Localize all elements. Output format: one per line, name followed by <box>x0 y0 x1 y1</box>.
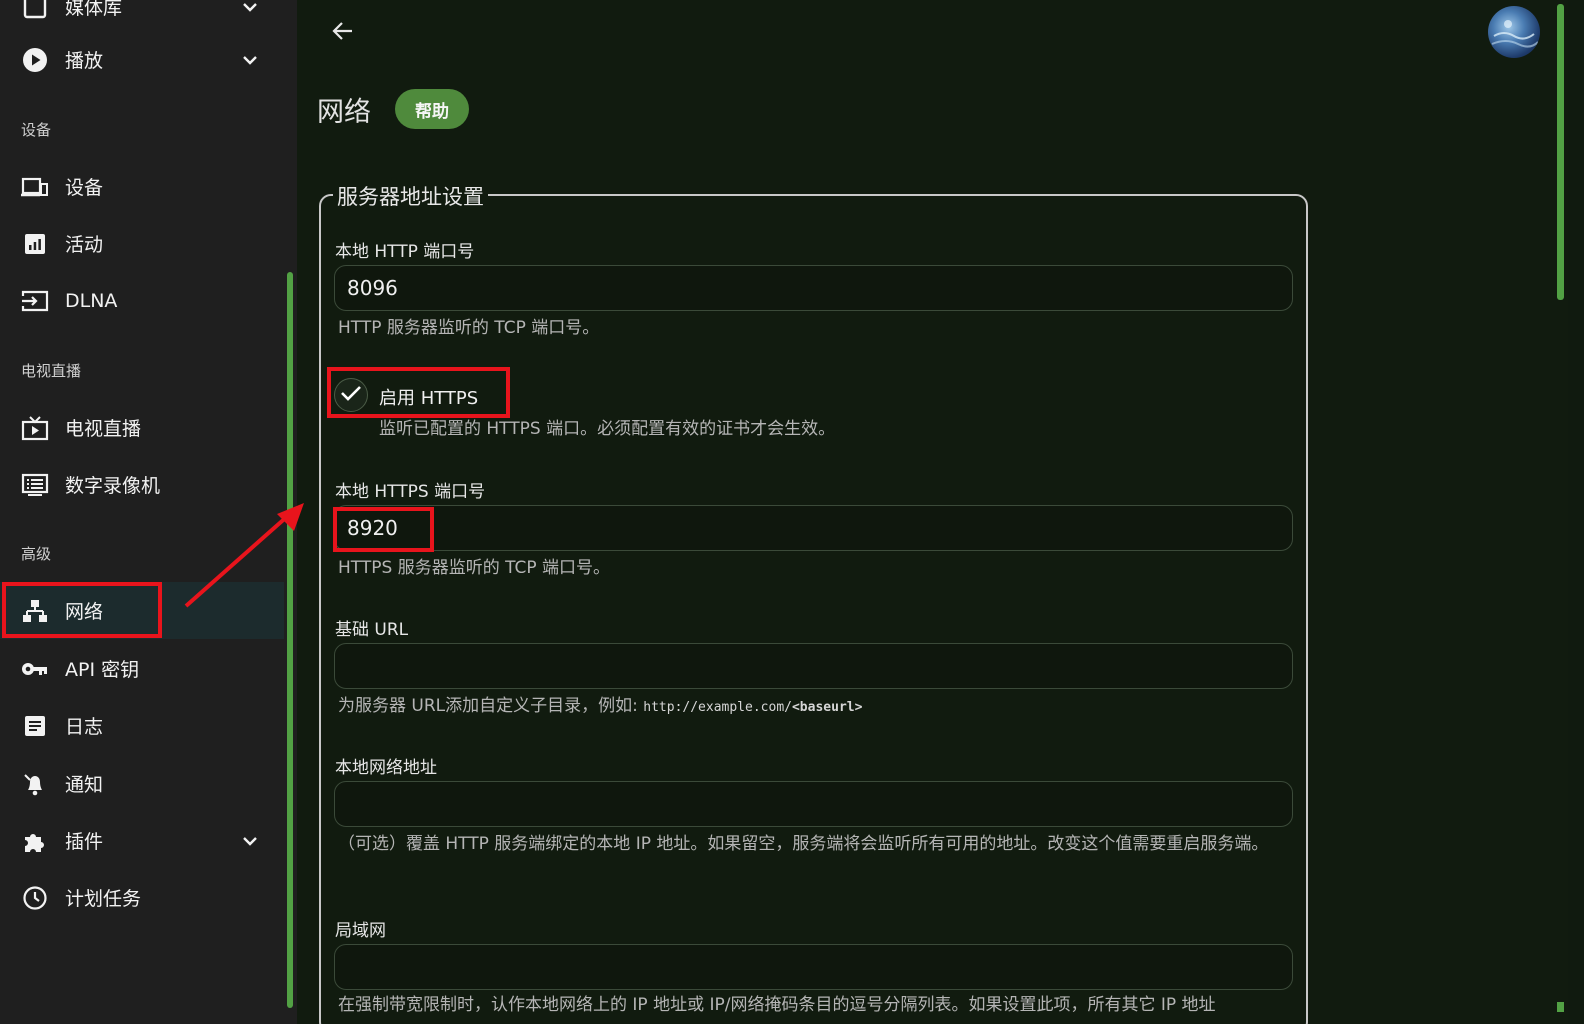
section-advanced: 高级 <box>21 545 52 563</box>
section-livetv: 电视直播 <box>21 362 82 380</box>
sidebar-item-logs[interactable]: 日志 <box>0 697 284 754</box>
base-url-label: 基础 URL <box>335 620 409 640</box>
sidebar-item-notifications[interactable]: 通知 <box>0 755 284 812</box>
sidebar-item-label: 设备 <box>65 177 104 199</box>
sidebar-item-label: 活动 <box>65 234 104 256</box>
sidebar-item-label: API 密钥 <box>65 659 140 681</box>
http-port-input[interactable]: 8096 <box>334 265 1293 311</box>
sidebar-item-label: 媒体库 <box>65 0 123 19</box>
sidebar-item-dlna[interactable]: DLNA <box>0 272 284 329</box>
sidebar-item-scheduled-tasks[interactable]: 计划任务 <box>0 869 284 926</box>
page-title: 网络 <box>317 97 371 128</box>
highlight-https-checkbox-box <box>327 367 510 418</box>
section-devices: 设备 <box>21 121 52 139</box>
highlight-https-port-box <box>333 507 434 552</box>
sidebar-item-devices[interactable]: 设备 <box>0 158 284 215</box>
sidebar-item-plugins[interactable]: 插件 <box>0 812 284 869</box>
chevron-down-icon[interactable] <box>240 0 260 17</box>
http-port-hint: HTTP 服务器监听的 TCP 端口号。 <box>338 318 600 338</box>
local-address-hint: （可选）覆盖 HTTP 服务端绑定的本地 IP 地址。如果留空，服务端将会监听所… <box>338 834 1269 854</box>
sidebar-item-label: 电视直播 <box>65 418 142 440</box>
clock-icon <box>20 883 50 913</box>
lan-input[interactable] <box>334 944 1293 990</box>
sidebar-scrollbar[interactable] <box>287 272 293 1008</box>
sidebar-item-livetv[interactable]: 电视直播 <box>0 399 284 456</box>
plugin-icon <box>20 826 50 856</box>
chevron-down-icon[interactable] <box>240 50 260 70</box>
https-port-input[interactable]: 8920 <box>334 505 1293 551</box>
sidebar-item-label: 计划任务 <box>65 888 142 910</box>
base-url-input[interactable] <box>334 643 1293 689</box>
sidebar-item-media-library[interactable]: 媒体库 <box>0 0 284 35</box>
library-icon <box>20 0 50 22</box>
base-url-hint-example: http://example.com/<baseurl> <box>643 700 863 715</box>
devices-icon <box>20 172 50 202</box>
scrollbar-thumb[interactable] <box>1557 4 1564 300</box>
dvr-icon <box>20 470 50 500</box>
sidebar-item-label: 通知 <box>65 774 104 796</box>
sidebar-item-api-keys[interactable]: API 密钥 <box>0 640 284 697</box>
help-button[interactable]: 帮助 <box>395 89 469 129</box>
base-url-hint: 为服务器 URL添加自定义子目录，例如: http://example.com/… <box>338 694 862 720</box>
https-port-label: 本地 HTTPS 端口号 <box>335 482 486 502</box>
page-scrollbar[interactable] <box>1553 0 1568 1024</box>
sidebar-item-label: DLNA <box>65 289 118 312</box>
enable-https-hint: 监听已配置的 HTTPS 端口。必须配置有效的证书才会生效。 <box>379 419 836 439</box>
http-port-label: 本地 HTTP 端口号 <box>335 242 475 262</box>
sidebar-item-label: 数字录像机 <box>65 475 161 497</box>
notification-icon <box>20 769 50 799</box>
back-arrow-icon[interactable] <box>330 18 356 44</box>
local-address-input[interactable] <box>334 781 1293 827</box>
chevron-down-icon[interactable] <box>240 831 260 851</box>
scrollbar-thumb-end <box>1557 1002 1564 1012</box>
play-circle-icon <box>20 45 50 75</box>
sidebar-item-activity[interactable]: 活动 <box>0 215 284 272</box>
activity-chart-icon <box>20 229 50 259</box>
sidebar-item-playback[interactable]: 播放 <box>0 31 284 88</box>
log-icon <box>20 711 50 741</box>
live-tv-icon <box>20 413 50 443</box>
highlight-network-box <box>2 582 162 638</box>
lan-hint: 在强制带宽限制时，认作本地网络上的 IP 地址或 IP/网络掩码条目的逗号分隔列… <box>338 995 1216 1015</box>
fieldset-legend: 服务器地址设置 <box>333 181 488 211</box>
user-avatar[interactable] <box>1488 6 1540 58</box>
key-icon <box>20 654 50 684</box>
lan-label: 局域网 <box>335 921 386 941</box>
local-address-label: 本地网络地址 <box>335 758 437 778</box>
annotation-arrow <box>184 503 304 608</box>
base-url-hint-text: 为服务器 URL添加自定义子目录，例如: <box>338 696 638 716</box>
sidebar-item-label: 日志 <box>65 716 104 738</box>
input-icon <box>20 286 50 316</box>
https-port-hint: HTTPS 服务器监听的 TCP 端口号。 <box>338 558 611 578</box>
sidebar-item-label: 播放 <box>65 50 104 72</box>
sidebar-item-label: 插件 <box>65 831 104 853</box>
